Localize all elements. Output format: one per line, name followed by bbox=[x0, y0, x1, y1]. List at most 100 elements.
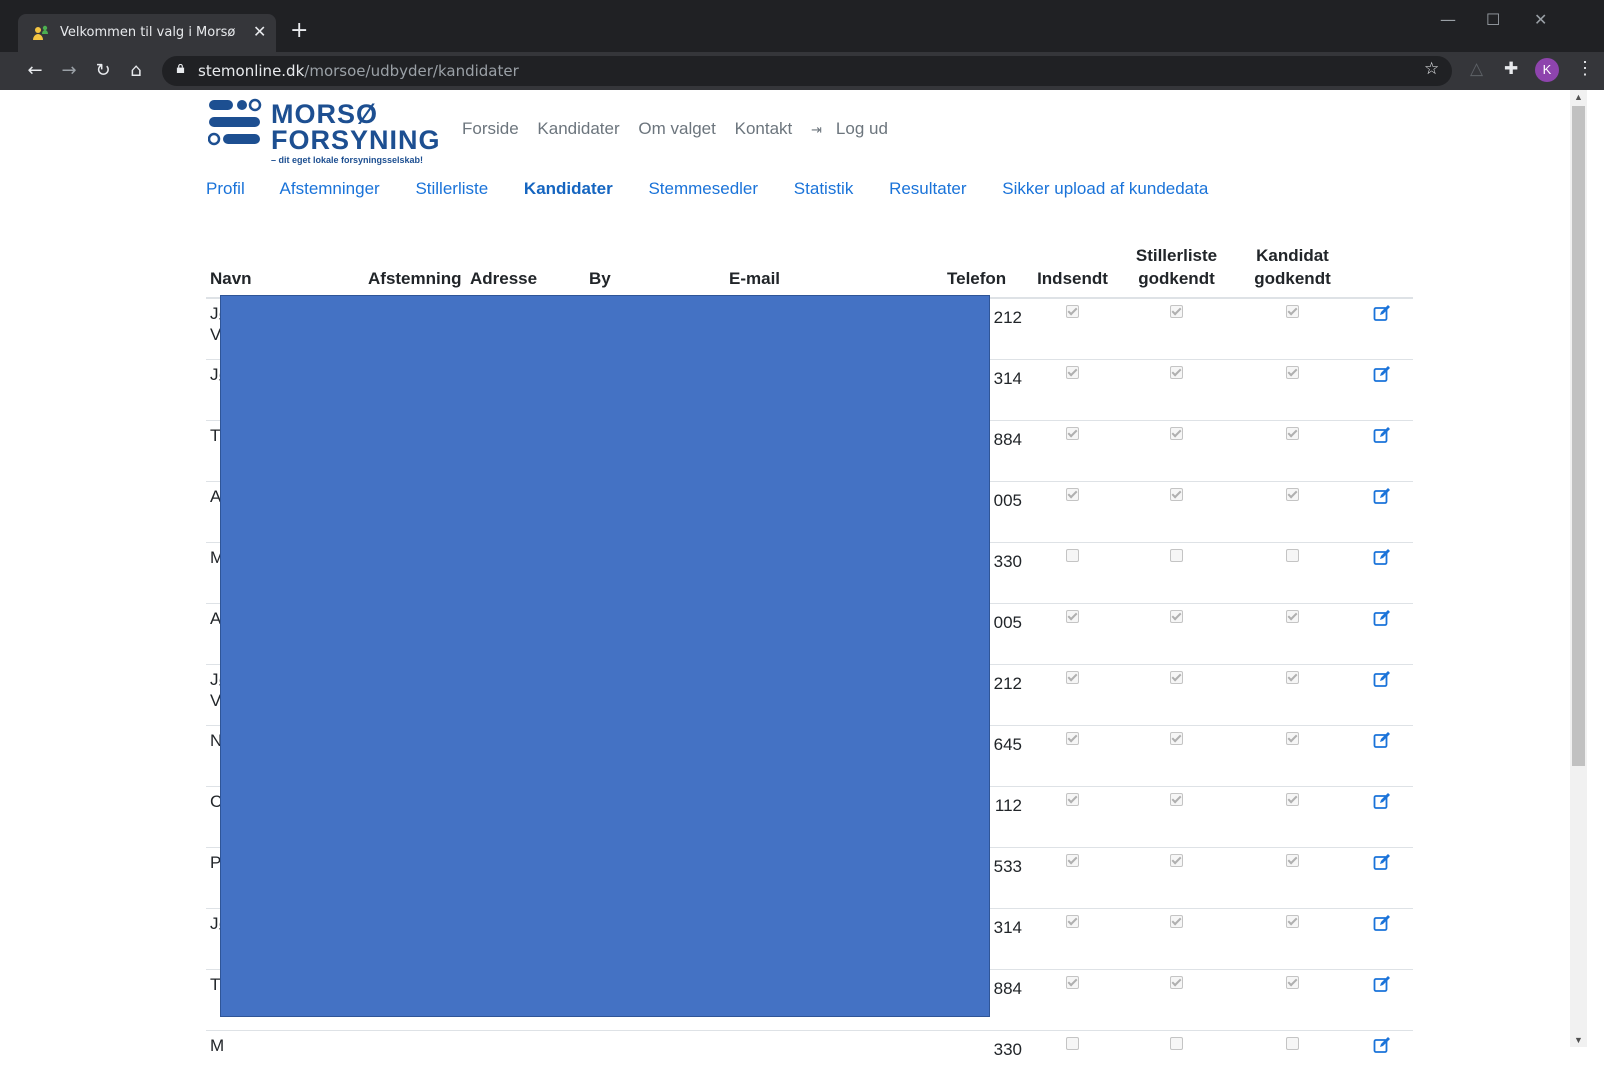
kandidat-godkendt-checkbox[interactable] bbox=[1286, 366, 1299, 379]
stillerliste-godkendt-checkbox[interactable] bbox=[1170, 793, 1183, 806]
kandidat-godkendt-checkbox[interactable] bbox=[1286, 305, 1299, 318]
subnav-profil[interactable]: Profil bbox=[206, 179, 245, 198]
morsoe-forsyning-logo[interactable]: MORSØ FORSYNING – dit eget lokale forsyn… bbox=[208, 97, 438, 169]
edit-icon[interactable] bbox=[1373, 1036, 1391, 1054]
stillerliste-godkendt-checkbox[interactable] bbox=[1170, 488, 1183, 501]
subnav-stillerliste[interactable]: Stillerliste bbox=[415, 179, 488, 198]
new-tab-button[interactable]: + bbox=[290, 18, 308, 43]
reload-icon[interactable]: ↻ bbox=[92, 60, 114, 82]
stillerliste-godkendt-checkbox[interactable] bbox=[1170, 671, 1183, 684]
cell-stillerliste-godkendt bbox=[1119, 1031, 1234, 1091]
stillerliste-godkendt-checkbox[interactable] bbox=[1170, 732, 1183, 745]
kandidat-godkendt-checkbox[interactable] bbox=[1286, 671, 1299, 684]
topnav-log-ud[interactable]: ⇥Log ud bbox=[811, 119, 902, 138]
home-icon[interactable]: ⌂ bbox=[125, 60, 147, 82]
indsendt-checkbox[interactable] bbox=[1066, 427, 1079, 440]
cell-indsendt bbox=[1026, 848, 1119, 909]
indsendt-checkbox[interactable] bbox=[1066, 488, 1079, 501]
extension-icon[interactable]: △ bbox=[1470, 59, 1483, 79]
indsendt-checkbox[interactable] bbox=[1066, 732, 1079, 745]
forward-icon[interactable]: → bbox=[58, 60, 80, 82]
close-window-icon[interactable]: ✕ bbox=[1534, 10, 1547, 29]
indsendt-checkbox[interactable] bbox=[1066, 549, 1079, 562]
maximize-icon[interactable]: ☐ bbox=[1486, 10, 1500, 29]
indsendt-checkbox[interactable] bbox=[1066, 793, 1079, 806]
stillerliste-godkendt-checkbox[interactable] bbox=[1170, 427, 1183, 440]
address-bar[interactable]: stemonline.dk/morsoe/udbyder/kandidater … bbox=[162, 56, 1452, 86]
back-icon[interactable]: ← bbox=[24, 60, 46, 82]
topnav-forside[interactable]: Forside bbox=[462, 119, 519, 138]
scroll-down-icon[interactable]: ▼ bbox=[1574, 1035, 1583, 1045]
subnav-afstemninger[interactable]: Afstemninger bbox=[280, 179, 380, 198]
cell-kandidat-godkendt bbox=[1234, 360, 1351, 421]
edit-icon[interactable] bbox=[1373, 609, 1391, 627]
kandidat-godkendt-checkbox[interactable] bbox=[1286, 854, 1299, 867]
cell-kandidat-godkendt bbox=[1234, 482, 1351, 543]
bookmark-star-icon[interactable]: ☆ bbox=[1424, 59, 1439, 79]
indsendt-checkbox[interactable] bbox=[1066, 366, 1079, 379]
kandidat-godkendt-checkbox[interactable] bbox=[1286, 915, 1299, 928]
col-kandidat-line1: Kandidat bbox=[1256, 246, 1329, 265]
kandidat-godkendt-checkbox[interactable] bbox=[1286, 549, 1299, 562]
kandidat-godkendt-checkbox[interactable] bbox=[1286, 1037, 1299, 1050]
edit-icon[interactable] bbox=[1373, 487, 1391, 505]
url-host: stemonline.dk bbox=[198, 62, 304, 80]
stillerliste-godkendt-checkbox[interactable] bbox=[1170, 549, 1183, 562]
indsendt-checkbox[interactable] bbox=[1066, 915, 1079, 928]
stillerliste-godkendt-checkbox[interactable] bbox=[1170, 854, 1183, 867]
kandidat-godkendt-checkbox[interactable] bbox=[1286, 732, 1299, 745]
cell-kandidat-godkendt bbox=[1234, 298, 1351, 360]
indsendt-checkbox[interactable] bbox=[1066, 305, 1079, 318]
subnav-sikker-upload[interactable]: Sikker upload af kundedata bbox=[1002, 179, 1208, 198]
kandidat-godkendt-checkbox[interactable] bbox=[1286, 610, 1299, 623]
stillerliste-godkendt-checkbox[interactable] bbox=[1170, 915, 1183, 928]
cell-telefon: 330 bbox=[943, 1031, 1026, 1091]
extensions-puzzle-icon[interactable]: ✚ bbox=[1504, 59, 1518, 79]
browser-tab[interactable]: Velkommen til valg i Morsø Forsy ✕ bbox=[18, 14, 276, 52]
scrollbar-thumb[interactable] bbox=[1572, 106, 1585, 766]
vertical-scrollbar[interactable]: ▲ ▼ bbox=[1570, 90, 1587, 1047]
topnav-kontakt[interactable]: Kontakt bbox=[735, 119, 793, 138]
subnav-kandidater[interactable]: Kandidater bbox=[524, 179, 613, 198]
stillerliste-godkendt-checkbox[interactable] bbox=[1170, 976, 1183, 989]
stillerliste-godkendt-checkbox[interactable] bbox=[1170, 366, 1183, 379]
edit-icon[interactable] bbox=[1373, 670, 1391, 688]
edit-icon[interactable] bbox=[1373, 731, 1391, 749]
indsendt-checkbox[interactable] bbox=[1066, 854, 1079, 867]
edit-icon[interactable] bbox=[1373, 365, 1391, 383]
logo-wordmark: MORSØ FORSYNING bbox=[271, 101, 441, 153]
edit-icon[interactable] bbox=[1373, 853, 1391, 871]
minimize-icon[interactable]: — bbox=[1440, 10, 1456, 29]
indsendt-checkbox[interactable] bbox=[1066, 1037, 1079, 1050]
cell-stillerliste-godkendt bbox=[1119, 421, 1234, 482]
topnav-kandidater[interactable]: Kandidater bbox=[537, 119, 619, 138]
subnav-statistik[interactable]: Statistik bbox=[794, 179, 854, 198]
stillerliste-godkendt-checkbox[interactable] bbox=[1170, 610, 1183, 623]
stillerliste-godkendt-checkbox[interactable] bbox=[1170, 1037, 1183, 1050]
col-stillerliste-line2: godkendt bbox=[1138, 269, 1215, 288]
scroll-up-icon[interactable]: ▲ bbox=[1574, 92, 1583, 102]
edit-icon[interactable] bbox=[1373, 914, 1391, 932]
kandidat-godkendt-checkbox[interactable] bbox=[1286, 488, 1299, 501]
profile-avatar[interactable]: K bbox=[1535, 58, 1559, 82]
close-tab-icon[interactable]: ✕ bbox=[253, 22, 266, 42]
subnav-stemmesedler[interactable]: Stemmesedler bbox=[648, 179, 758, 198]
indsendt-checkbox[interactable] bbox=[1066, 671, 1079, 684]
kandidat-godkendt-checkbox[interactable] bbox=[1286, 427, 1299, 440]
indsendt-checkbox[interactable] bbox=[1066, 976, 1079, 989]
stillerliste-godkendt-checkbox[interactable] bbox=[1170, 305, 1183, 318]
edit-icon[interactable] bbox=[1373, 426, 1391, 444]
edit-icon[interactable] bbox=[1373, 548, 1391, 566]
subnav-resultater[interactable]: Resultater bbox=[889, 179, 966, 198]
cell-indsendt bbox=[1026, 604, 1119, 665]
menu-dots-icon[interactable]: ⋮ bbox=[1576, 58, 1594, 79]
topnav-om-valget[interactable]: Om valget bbox=[638, 119, 715, 138]
cell-indsendt bbox=[1026, 909, 1119, 970]
kandidat-godkendt-checkbox[interactable] bbox=[1286, 976, 1299, 989]
cell-kandidat-godkendt bbox=[1234, 909, 1351, 970]
edit-icon[interactable] bbox=[1373, 792, 1391, 810]
kandidat-godkendt-checkbox[interactable] bbox=[1286, 793, 1299, 806]
edit-icon[interactable] bbox=[1373, 304, 1391, 322]
indsendt-checkbox[interactable] bbox=[1066, 610, 1079, 623]
edit-icon[interactable] bbox=[1373, 975, 1391, 993]
